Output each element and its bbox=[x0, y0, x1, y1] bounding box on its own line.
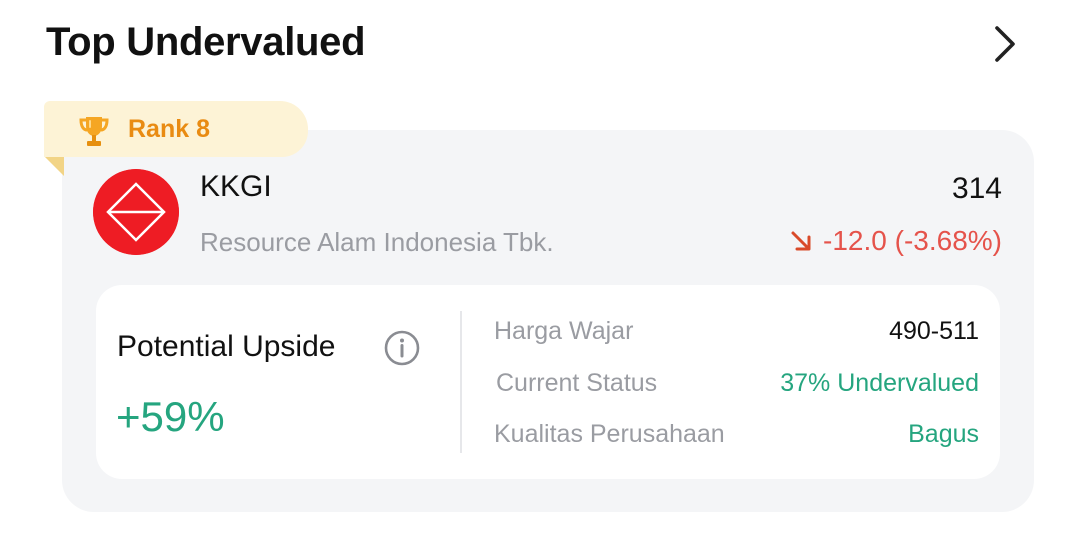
info-icon[interactable] bbox=[384, 330, 420, 366]
rank-label: Rank 8 bbox=[128, 115, 210, 143]
kkgi-logo bbox=[93, 169, 179, 255]
trophy-icon bbox=[79, 117, 109, 146]
stock-price: 314 bbox=[951, 172, 1002, 205]
fair-price-label: Harga Wajar bbox=[494, 317, 634, 345]
rank-tag-fold bbox=[44, 156, 64, 176]
stock-ticker: KKGI bbox=[200, 170, 272, 203]
current-status-label: Current Status bbox=[496, 369, 658, 397]
potential-upside-value: +59% bbox=[116, 393, 225, 440]
company-quality-value: Bagus bbox=[908, 420, 979, 448]
company-quality-label: Kualitas Perusahaan bbox=[494, 420, 725, 448]
current-status-value: 37% Undervalued bbox=[780, 369, 979, 397]
arrow-down-right-icon bbox=[791, 231, 811, 251]
rank-badge: Rank 8 bbox=[44, 101, 308, 157]
chevron-right-icon[interactable] bbox=[988, 24, 1022, 64]
price-change: -12.0 (-3.68%) bbox=[789, 225, 1002, 257]
company-name: Resource Alam Indonesia Tbk. bbox=[200, 227, 554, 257]
fair-price-value: 490-511 bbox=[889, 317, 979, 345]
valuation-panel: Potential Upside +59% Harga Wajar 490-51… bbox=[96, 285, 1000, 479]
price-change-value: -12.0 (-3.68%) bbox=[823, 225, 1002, 256]
potential-upside-label: Potential Upside bbox=[117, 330, 336, 363]
panel-divider bbox=[460, 311, 462, 453]
section-title: Top Undervalued bbox=[46, 20, 366, 64]
